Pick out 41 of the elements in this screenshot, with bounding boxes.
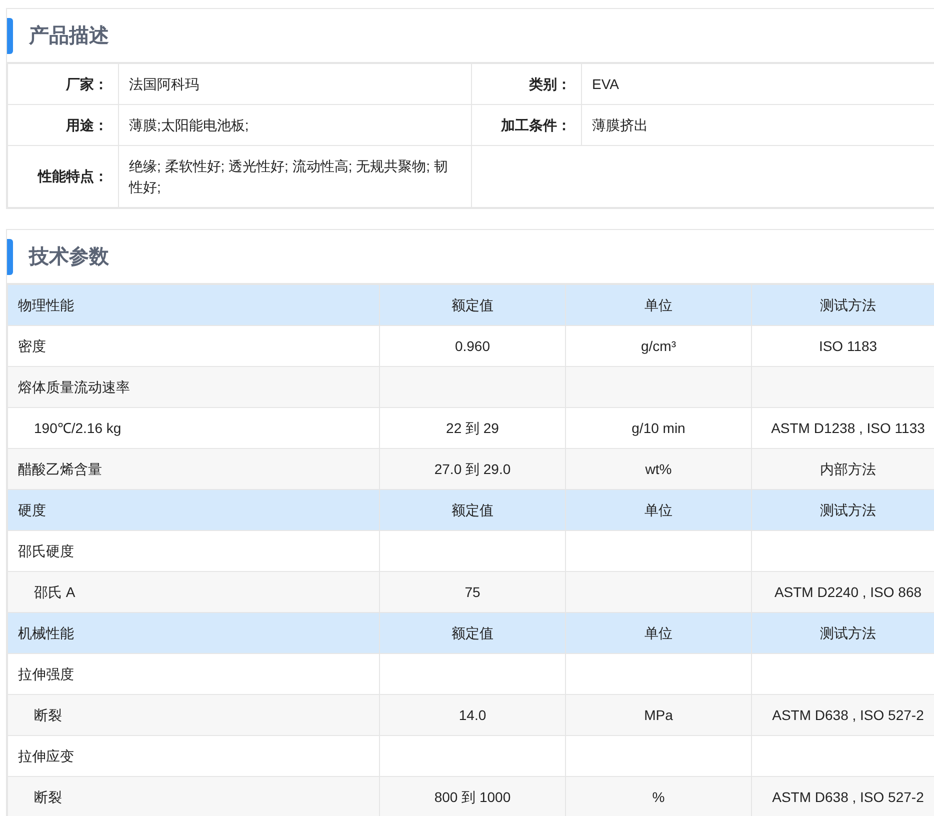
property-cell: 醋酸乙烯含量 xyxy=(8,448,380,490)
table-cell: 14.0 xyxy=(380,694,566,736)
table-cell: ASTM D2240 , ISO 868 xyxy=(752,572,934,612)
condition-cell: 断裂 xyxy=(8,694,380,736)
table-cell: wt% xyxy=(566,448,752,490)
column-header: 额定值 xyxy=(380,612,566,654)
property-cell: 熔体质量流动速率 xyxy=(8,366,380,408)
table-cell: 内部方法 xyxy=(752,448,934,490)
table-cell: MPa xyxy=(566,694,752,736)
column-header: 额定值 xyxy=(380,490,566,530)
field-label: 厂家： xyxy=(8,64,118,104)
column-header: 测试方法 xyxy=(752,490,934,530)
column-header: 测试方法 xyxy=(752,612,934,654)
field-label: 加工条件： xyxy=(472,104,582,146)
column-header: 单位 xyxy=(566,284,752,326)
field-value: EVA xyxy=(582,64,934,104)
field-value: 法国阿科玛 xyxy=(118,64,472,104)
table-cell: 800 到 1000 xyxy=(380,776,566,816)
field-value: 绝缘; 柔软性好; 透光性好; 流动性高; 无规共聚物; 韧性好; xyxy=(118,146,472,208)
table-cell: 27.0 到 29.0 xyxy=(380,448,566,490)
table-cell: 75 xyxy=(380,572,566,612)
condition-cell: 邵氏 A xyxy=(8,572,380,612)
column-header: 额定值 xyxy=(380,284,566,326)
column-header: 机械性能 xyxy=(8,612,380,654)
condition-cell: 断裂 xyxy=(8,776,380,816)
field-value: 薄膜;太阳能电池板; xyxy=(118,104,472,146)
column-header: 硬度 xyxy=(8,490,380,530)
column-header: 单位 xyxy=(566,612,752,654)
table-cell: % xyxy=(566,776,752,816)
column-header: 物理性能 xyxy=(8,284,380,326)
column-header: 单位 xyxy=(566,490,752,530)
accent-bar xyxy=(7,18,13,54)
table-cell: ASTM D638 , ISO 527-2 xyxy=(752,776,934,816)
field-label: 性能特点： xyxy=(8,146,118,208)
field-label: 用途： xyxy=(8,104,118,146)
section-title: 产品描述 xyxy=(29,24,109,48)
section-title: 技术参数 xyxy=(29,244,109,270)
accent-bar xyxy=(7,238,13,274)
column-header: 测试方法 xyxy=(752,284,934,326)
table-cell: ASTM D638 , ISO 527-2 xyxy=(752,694,934,736)
field-label: 类别： xyxy=(472,64,582,104)
